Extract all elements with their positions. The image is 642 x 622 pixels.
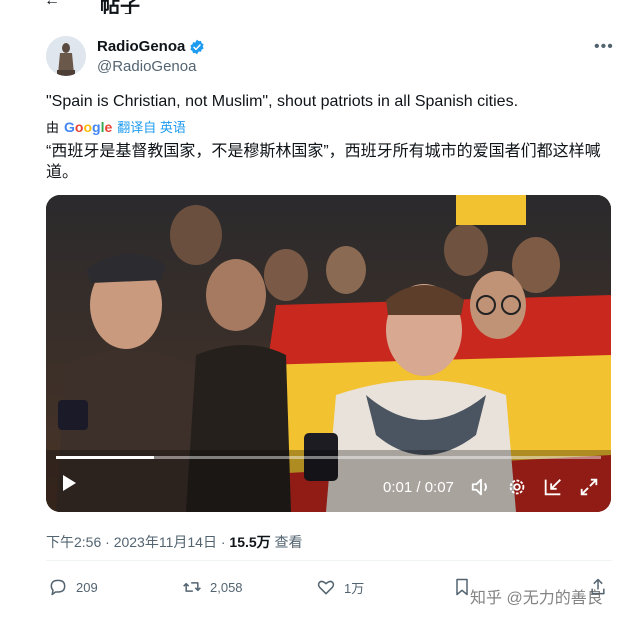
- divider: [46, 560, 612, 561]
- retweet-icon: [183, 582, 201, 592]
- statue-avatar-image: [46, 36, 86, 76]
- google-logo: Google: [64, 118, 113, 135]
- tweet-text: "Spain is Christian, not Muslim", shout …: [46, 93, 519, 110]
- fullscreen-icon[interactable]: [578, 476, 600, 498]
- translate-by-label: 由: [46, 120, 60, 135]
- translated-tweet-text: “西班牙是基督教国家，不是穆斯林国家”，西班牙所有城市的爱国者们都这样喊道。: [46, 143, 601, 181]
- more-horizontal-icon[interactable]: •••: [594, 38, 614, 56]
- meta-separator: ·: [105, 534, 110, 550]
- author-display-name[interactable]: RadioGenoa: [97, 38, 185, 55]
- translation-attribution: 由 Google 翻译自 英语: [46, 117, 186, 136]
- bookmark-icon: [456, 578, 468, 596]
- tweet-date[interactable]: 2023年11月14日: [114, 534, 217, 550]
- author-display-name-row[interactable]: RadioGenoa: [97, 38, 205, 55]
- tweet-time[interactable]: 下午2:56: [46, 534, 101, 550]
- meta-separator: ·: [220, 534, 226, 550]
- verified-badge-icon: [190, 39, 204, 54]
- settings-icon[interactable]: [506, 476, 528, 498]
- video-progress-fill: [56, 456, 155, 459]
- page-header: ← 帖子: [0, 0, 642, 14]
- avatar[interactable]: [46, 36, 86, 76]
- video-progress-bar[interactable]: [56, 456, 601, 459]
- video-time: 0:01 / 0:07: [383, 479, 454, 496]
- translate-source-link[interactable]: 翻译自 英语: [117, 117, 186, 136]
- reply-button[interactable]: 209: [48, 577, 98, 597]
- like-button[interactable]: 1万: [316, 577, 364, 597]
- retweet-button[interactable]: 2,058: [182, 577, 243, 597]
- view-count: 15.5万: [229, 534, 271, 550]
- heart-icon: [317, 580, 335, 595]
- arrow-left-icon[interactable]: ←: [44, 0, 60, 10]
- zhihu-watermark: 知乎 @无力的善良: [470, 590, 603, 607]
- reply-count: 209: [76, 579, 98, 595]
- play-icon[interactable]: [60, 474, 78, 492]
- dock-icon[interactable]: [542, 476, 564, 498]
- volume-icon[interactable]: [470, 476, 492, 498]
- video-player[interactable]: 0:01 / 0:07: [46, 195, 611, 512]
- author-handle[interactable]: @RadioGenoa: [97, 58, 196, 75]
- bookmark-button[interactable]: [452, 577, 472, 597]
- tweet-meta: 下午2:56 · 2023年11月14日 · 15.5万 查看: [46, 532, 303, 552]
- view-count-label: 查看: [274, 534, 303, 550]
- page-title: 帖子: [100, 0, 140, 14]
- retweet-count: 2,058: [210, 579, 243, 595]
- video-controls: 0:01 / 0:07: [46, 452, 611, 512]
- reply-icon: [50, 579, 66, 596]
- like-count: 1万: [344, 580, 365, 596]
